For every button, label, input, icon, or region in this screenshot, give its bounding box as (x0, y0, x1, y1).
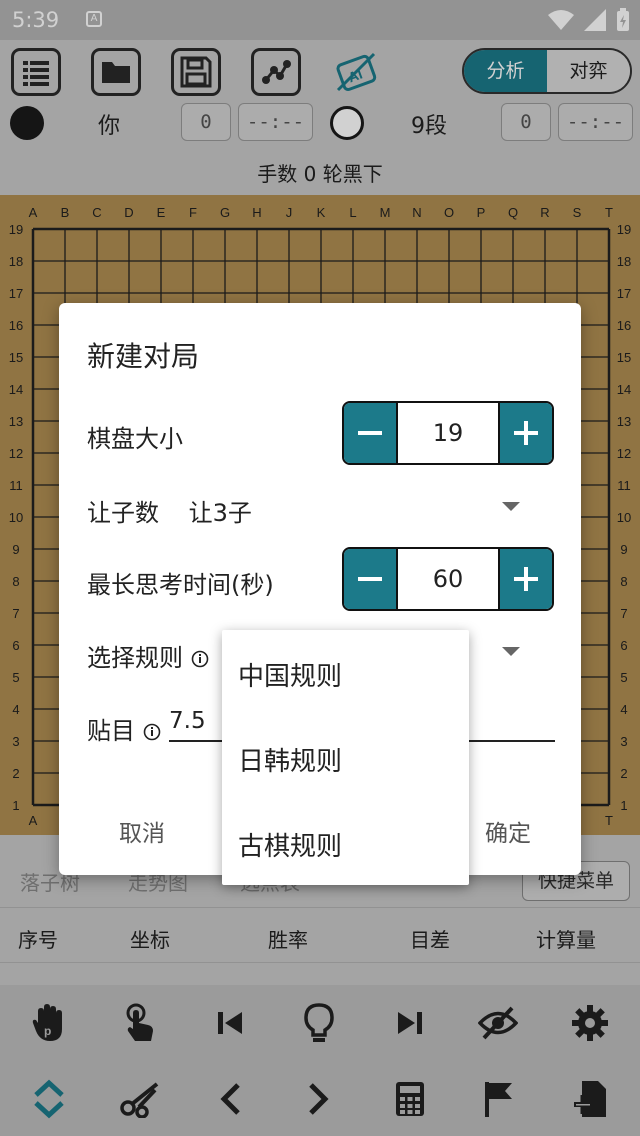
minus-icon (358, 577, 382, 581)
rules-label: 选择规则 (87, 644, 183, 672)
max-think-decrement-button[interactable] (344, 549, 396, 609)
handicap-value: 让3子 (188, 499, 252, 527)
plus-icon (514, 421, 538, 445)
board-size-value[interactable]: 19 (396, 403, 500, 463)
komi-label: 贴目 (87, 717, 135, 745)
cancel-button[interactable]: 取消 (119, 814, 165, 848)
rules-option-ancient[interactable]: 古棋规则 (238, 826, 342, 863)
handicap-row[interactable]: 让子数 让3子 (87, 493, 252, 528)
info-icon[interactable] (143, 723, 161, 741)
board-size-increment-button[interactable] (500, 403, 552, 463)
confirm-button[interactable]: 确定 (485, 814, 531, 848)
max-think-label: 最长思考时间(秒) (87, 571, 274, 599)
rules-row[interactable]: 选择规则 (87, 638, 209, 673)
rules-option-japanese-korean[interactable]: 日韩规则 (238, 741, 342, 778)
board-size-decrement-button[interactable] (344, 403, 396, 463)
rules-dropdown-icon[interactable] (502, 647, 520, 656)
board-size-stepper: 19 (342, 401, 554, 465)
minus-icon (358, 431, 382, 435)
rules-popup-menu: 中国规则 日韩规则 古棋规则 (222, 630, 469, 885)
komi-row: 贴目 (87, 711, 161, 746)
info-icon[interactable] (191, 650, 209, 668)
max-think-stepper: 60 (342, 547, 554, 611)
handicap-dropdown-icon[interactable] (502, 502, 520, 511)
max-think-value[interactable]: 60 (396, 549, 500, 609)
max-think-increment-button[interactable] (500, 549, 552, 609)
board-size-label: 棋盘大小 (87, 425, 183, 453)
plus-icon (514, 567, 538, 591)
rules-option-chinese[interactable]: 中国规则 (238, 656, 342, 693)
dialog-title: 新建对局 (87, 340, 200, 373)
handicap-label: 让子数 (87, 499, 159, 527)
